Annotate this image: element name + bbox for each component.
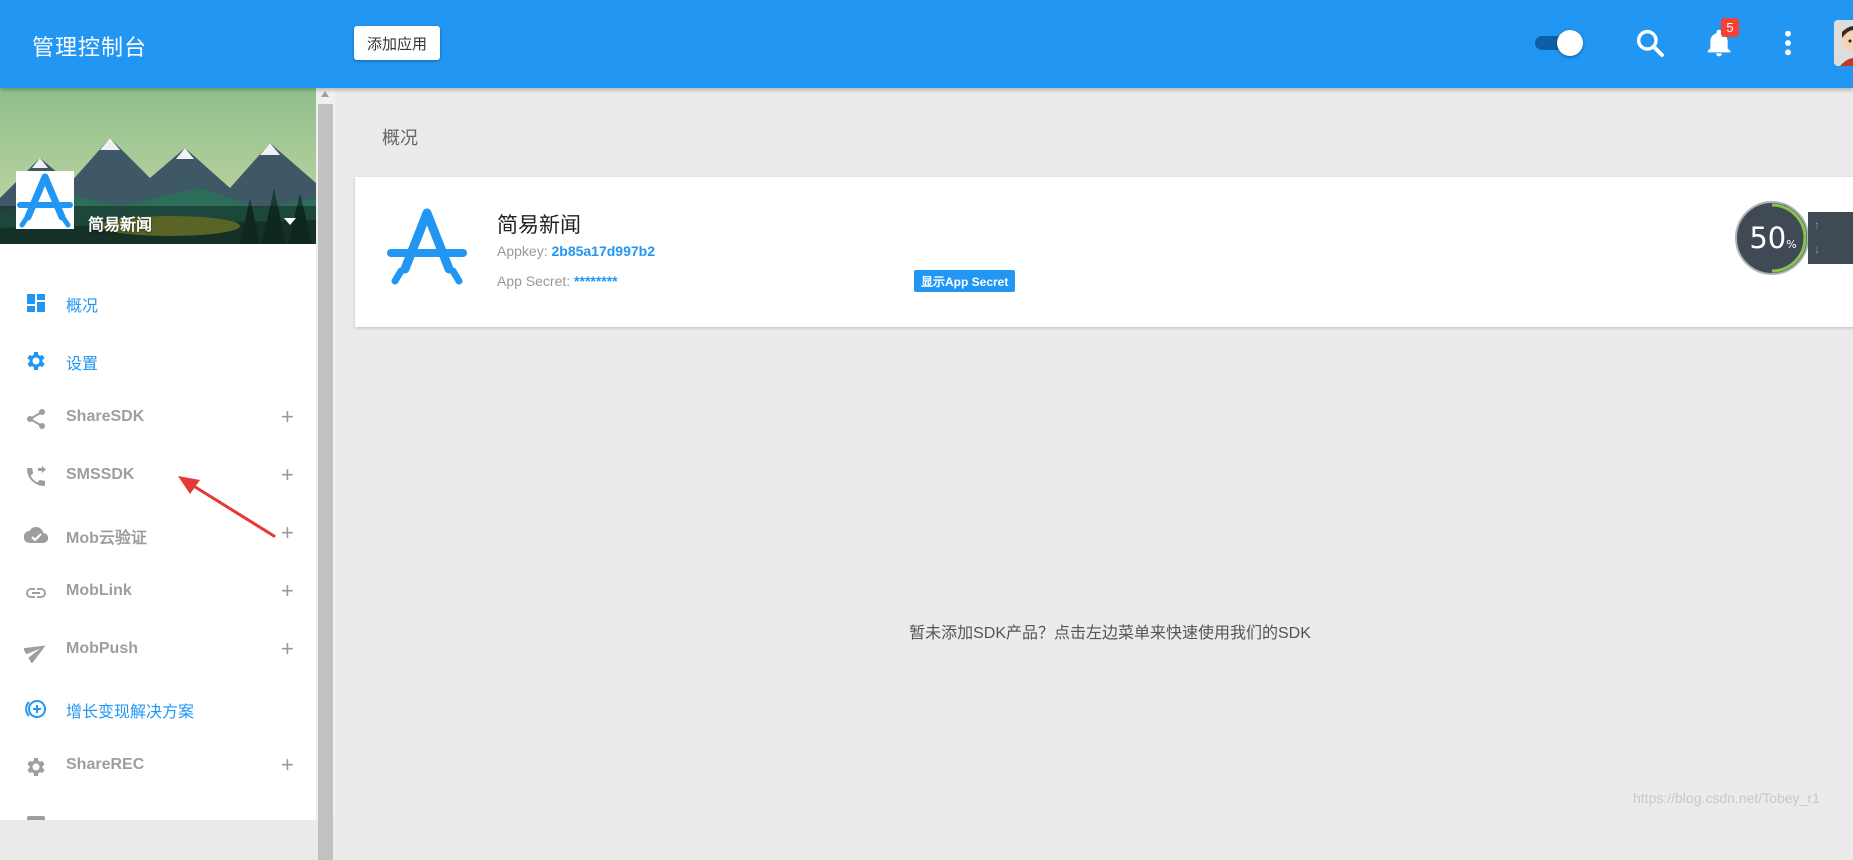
app-store-icon [387,208,467,285]
sidebar-item-label: 增长变现解决方案 [66,704,195,721]
sidebar-item-label: 概况 [66,298,99,315]
app-store-icon [17,173,73,228]
notification-badge: 5 [1721,18,1739,37]
dashboard-icon [27,294,45,312]
app-info-card: 简易新闻 Appkey: 2b85a17d997b2 App Secret: *… [355,177,1853,327]
cloud-check-icon [24,526,48,544]
gauge-percent: 50% [1735,221,1811,255]
sidebar-item-moblink[interactable]: MobLink + [0,563,316,621]
annotation-arrow-icon [178,476,276,538]
sidebar-item-sharerec[interactable]: ShareREC + [0,737,316,795]
sidebar-menu: 概况 设置 ShareSDK + SMSSDK + Mob云验证 + MobLi… [0,273,316,820]
sidebar-item-label: ShareSDK [66,408,145,425]
gauge-percent-sign: % [1786,238,1797,251]
add-app-button[interactable]: 添加应用 [354,26,441,60]
app-secret-label: App Secret: [497,273,571,289]
app-name: 简易新闻 [497,214,581,237]
banner-app-name: 简易新闻 [88,217,153,234]
share-icon [27,409,45,429]
sidebar: 简易新闻 概况 设置 ShareSDK + SMSSDK + Mob云验证 + … [0,88,317,820]
app-switcher-banner[interactable]: 简易新闻 [0,88,316,244]
sidebar-item-partial[interactable] [0,795,316,820]
avatar[interactable] [1834,20,1853,66]
expand-plus-icon[interactable]: + [281,637,294,661]
scrollbar-thumb[interactable] [318,104,333,860]
sidebar-item-sharesdk[interactable]: ShareSDK + [0,389,316,447]
appkey-row: Appkey: 2b85a17d997b2 [497,243,655,259]
sidebar-item-mobpush[interactable]: MobPush + [0,621,316,679]
sidebar-item-label: SMSSDK [66,466,135,483]
arrow-up-icon: ↑ [1814,218,1820,232]
top-app-bar: 管理控制台 添加应用 5 [0,0,1853,88]
sidebar-scrollbar[interactable] [316,88,335,860]
link-icon [26,588,46,598]
search-icon[interactable] [1634,27,1666,59]
expand-plus-icon[interactable]: + [281,405,294,429]
gear-icon [27,352,45,370]
empty-state-message: 暂未添加SDK产品？点击左边菜单来快速使用我们的SDK [909,625,1311,642]
sidebar-item-label: 设置 [66,356,99,373]
appkey-value: 2b85a17d997b2 [551,243,656,259]
toggle-switch[interactable] [1533,30,1583,56]
show-app-secret-button[interactable]: 显示App Secret [914,270,1016,292]
sidebar-item-growth-solutions[interactable]: 增长变现解决方案 [0,679,316,737]
expand-plus-icon[interactable]: + [281,753,294,777]
add-circle-icon [25,700,46,718]
expand-plus-icon[interactable]: + [281,579,294,603]
speed-panel: ↑ 0 ↓ 0 [1808,212,1853,264]
appkey-label: Appkey: [497,243,548,259]
sidebar-item-label: MobPush [66,640,138,657]
gear-icon [27,758,45,776]
sidebar-item-overview[interactable]: 概况 [0,273,316,331]
more-vert-icon[interactable] [1772,27,1804,59]
watermark: https://blog.csdn.net/Tobey_r1 [1633,790,1820,806]
caret-down-icon[interactable] [284,218,296,225]
scroll-up-arrow-icon[interactable] [321,91,329,97]
phone-forward-icon [27,466,46,486]
arrow-down-icon: ↓ [1814,242,1820,256]
app-secret-row: App Secret: ******** [497,273,618,289]
sidebar-item-label: ShareREC [66,756,145,773]
sidebar-item-settings[interactable]: 设置 [0,331,316,389]
upload-row: ↑ 0 [1814,218,1853,232]
app-secret-value: ******** [574,273,618,289]
page-title: 概况 [382,128,418,148]
expand-plus-icon[interactable]: + [281,463,294,487]
list-icon [27,816,45,820]
sidebar-item-label: Mob云验证 [66,530,147,547]
expand-plus-icon[interactable]: + [281,521,294,545]
send-icon [24,645,46,663]
toggle-knob [1557,30,1583,56]
app-title: 管理控制台 [32,35,148,60]
sidebar-item-label: MobLink [66,582,132,599]
download-row: ↓ 0 [1814,242,1853,256]
avatar-image [1834,20,1853,66]
gauge-percent-value: 50 [1749,221,1787,255]
banner-app-logo [16,171,74,229]
